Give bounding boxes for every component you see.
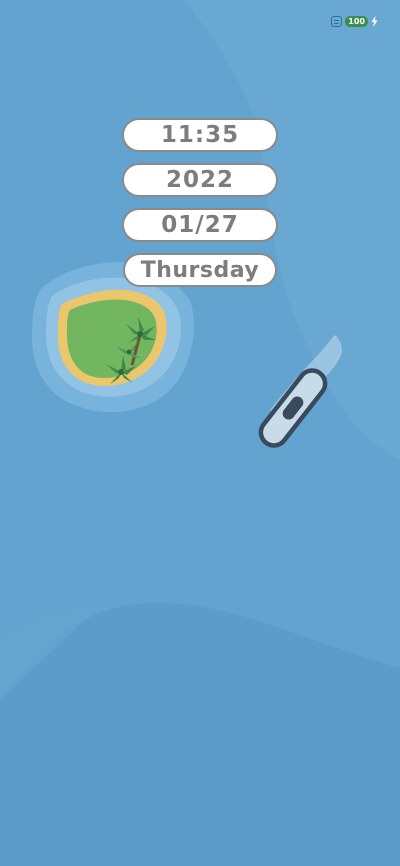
status-bar: 100	[331, 14, 378, 28]
lightning-bolt-icon	[371, 15, 378, 27]
date-display: 01/27	[122, 208, 278, 242]
message-icon	[331, 15, 343, 27]
time-display: 11:35	[122, 118, 278, 152]
weekday-display: Thursday	[123, 253, 277, 287]
battery-level: 100	[345, 15, 368, 27]
year-display: 2022	[122, 163, 278, 197]
